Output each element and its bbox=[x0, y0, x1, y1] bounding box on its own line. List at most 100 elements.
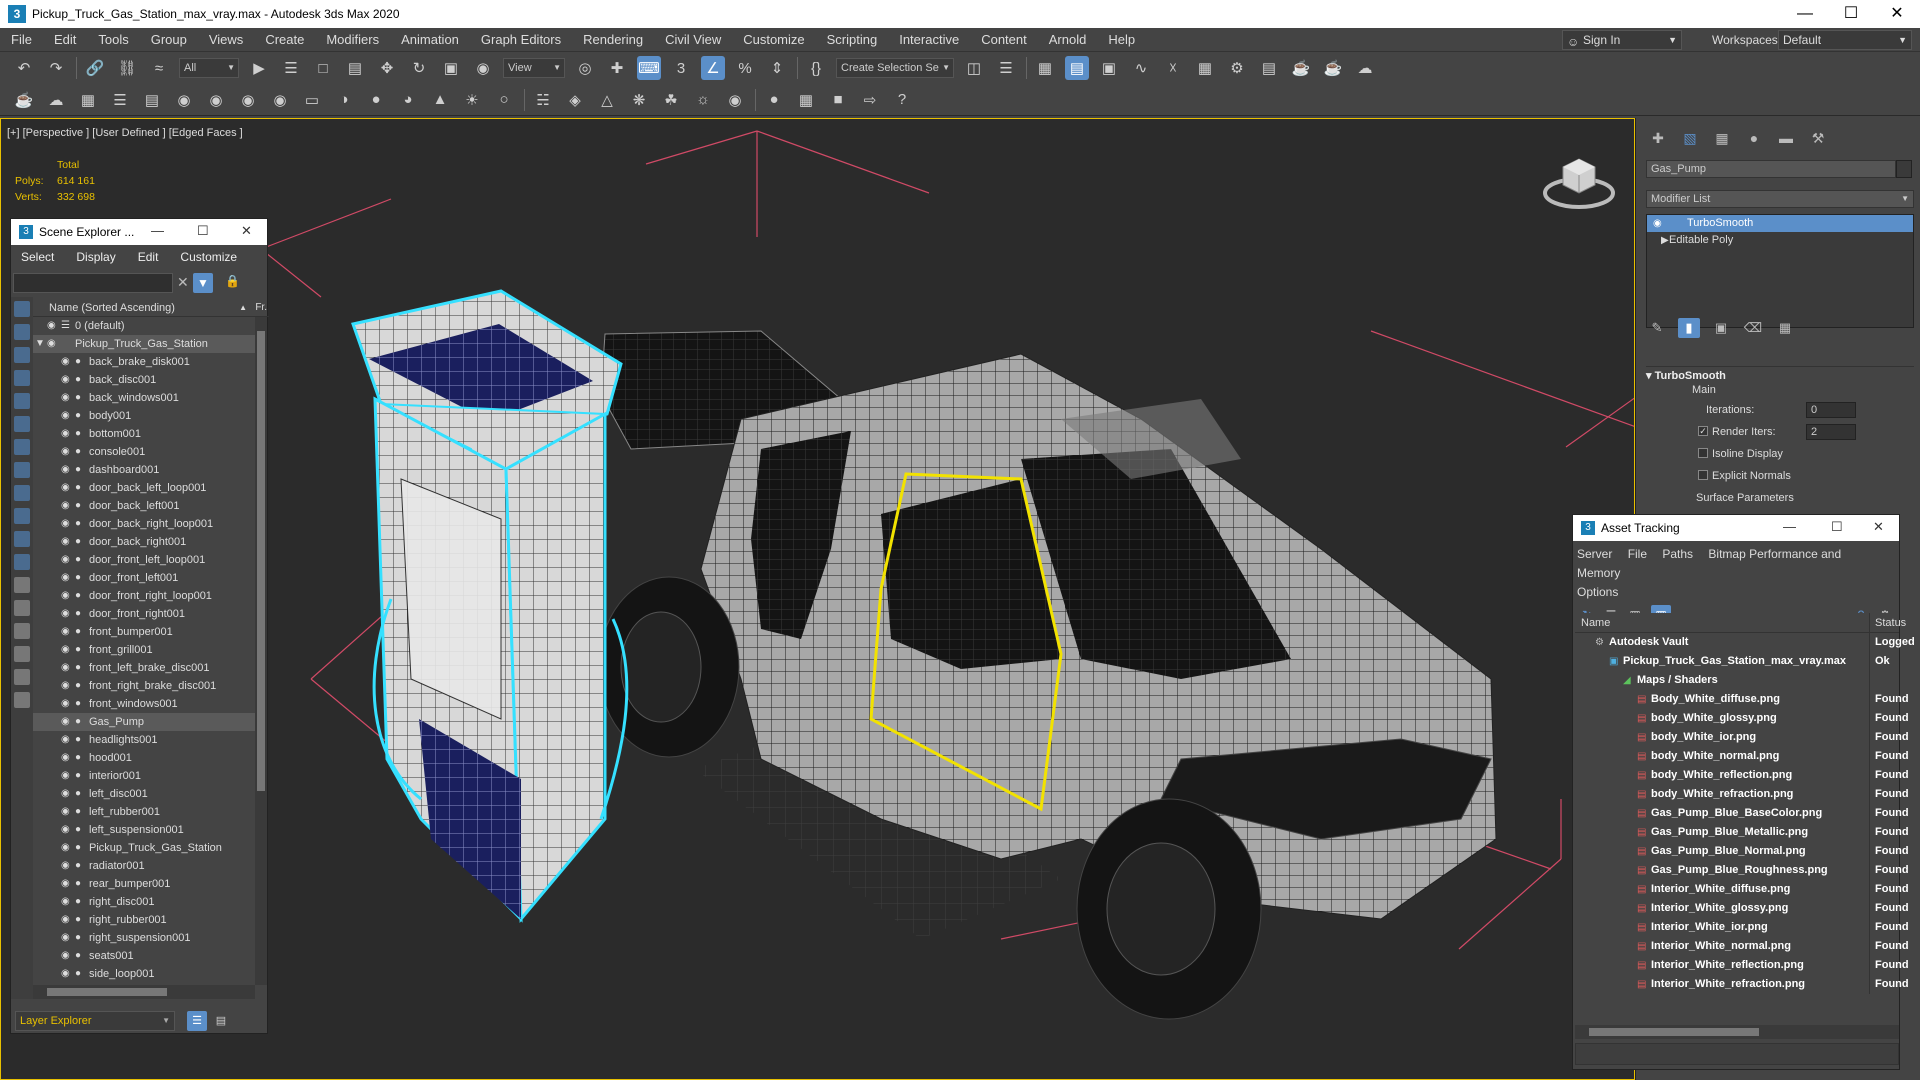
maximize-button[interactable]: ☐ bbox=[1828, 0, 1874, 28]
rendered-frame-window-icon[interactable]: ▤ bbox=[1257, 56, 1281, 80]
visibility-eye-icon[interactable]: ◉ bbox=[61, 695, 70, 713]
modifier-list-dropdown[interactable]: Modifier List ▼ bbox=[1646, 190, 1914, 208]
selection-filter-dropdown[interactable]: All ▼ bbox=[179, 58, 239, 78]
asset-row[interactable]: ▤ Interior_White_reflection.png Found bbox=[1575, 956, 1909, 975]
display-xrefs-icon[interactable] bbox=[14, 462, 30, 478]
scene-object-row[interactable]: ◉ ● front_left_brake_disc001 bbox=[33, 659, 255, 677]
asset-row[interactable]: ▣ Pickup_Truck_Gas_Station_max_vray.max Ok bbox=[1575, 652, 1899, 671]
expand-arrow-icon[interactable]: ▶ bbox=[1661, 232, 1669, 249]
close-button[interactable]: ✕ bbox=[1874, 0, 1920, 28]
visibility-eye-icon[interactable]: ◉ bbox=[61, 371, 70, 389]
redo-icon[interactable]: ↷ bbox=[44, 56, 68, 80]
hierarchy-tab-icon[interactable]: ▦ bbox=[1710, 128, 1734, 148]
visibility-eye-icon[interactable]: ◉ bbox=[61, 875, 70, 893]
renderable-icon[interactable]: ● bbox=[75, 785, 81, 803]
pivot-center-icon[interactable]: ◎ bbox=[573, 56, 597, 80]
visibility-eye-icon[interactable]: ◉ bbox=[61, 839, 70, 857]
visibility-eye-icon[interactable]: ◉ bbox=[61, 713, 70, 731]
select-by-name-icon[interactable]: ☰ bbox=[279, 56, 303, 80]
asset-row[interactable]: ▤ Interior_White_refraction.png Found bbox=[1575, 975, 1909, 994]
export-icon[interactable]: ⇨ bbox=[858, 88, 882, 112]
display-all-icon[interactable] bbox=[14, 577, 30, 593]
display-geometry-icon[interactable] bbox=[14, 301, 30, 317]
select-manipulate-icon[interactable]: ✚ bbox=[605, 56, 629, 80]
display-containers-icon[interactable] bbox=[14, 508, 30, 524]
fur-icon[interactable]: ☵ bbox=[531, 88, 555, 112]
show-end-result-icon[interactable]: ▮ bbox=[1678, 318, 1700, 338]
renderable-icon[interactable]: ● bbox=[75, 425, 81, 443]
renderable-icon[interactable]: ● bbox=[75, 389, 81, 407]
at-menu-paths[interactable]: Paths bbox=[1662, 547, 1693, 561]
minimize-button[interactable]: — bbox=[1782, 0, 1828, 28]
renderable-icon[interactable]: ● bbox=[75, 533, 81, 551]
utilities-tab-icon[interactable]: ⚒ bbox=[1806, 128, 1830, 148]
renderable-icon[interactable]: ● bbox=[75, 677, 81, 695]
keyboard-shortcut-override-icon[interactable]: ⌨ bbox=[637, 56, 661, 80]
visibility-eye-icon[interactable]: ◉ bbox=[61, 497, 70, 515]
menu-create[interactable]: Create bbox=[254, 32, 315, 47]
object-color-swatch[interactable] bbox=[1896, 160, 1912, 178]
lock-icon[interactable]: 🔒 bbox=[225, 274, 240, 288]
menu-rendering[interactable]: Rendering bbox=[572, 32, 654, 47]
renderable-icon[interactable]: ● bbox=[75, 371, 81, 389]
visibility-eye-icon[interactable]: ◉ bbox=[61, 353, 70, 371]
scene-object-row[interactable]: ◉ ● door_front_left_loop001 bbox=[33, 551, 255, 569]
column-divider[interactable] bbox=[1869, 613, 1870, 633]
plant-icon[interactable]: ☘ bbox=[659, 88, 683, 112]
renderable-icon[interactable]: ● bbox=[75, 407, 81, 425]
renderable-icon[interactable]: ● bbox=[75, 911, 81, 929]
configure-modifier-sets-icon[interactable]: ▦ bbox=[1774, 318, 1796, 338]
menu-views[interactable]: Views bbox=[198, 32, 254, 47]
modify-tab-icon[interactable]: ▧ bbox=[1678, 128, 1702, 148]
scene-object-row[interactable]: ◉ ● Pickup_Truck_Gas_Station bbox=[33, 839, 255, 857]
menu-graph-editors[interactable]: Graph Editors bbox=[470, 32, 572, 47]
visibility-eye-icon[interactable]: ◉ bbox=[61, 479, 70, 497]
mesh-icon[interactable]: △ bbox=[595, 88, 619, 112]
spinner-snap-icon[interactable]: ⇕ bbox=[765, 56, 789, 80]
camera-icon[interactable]: ◉ bbox=[204, 88, 228, 112]
scene-object-row[interactable]: ◉ ● back_brake_disk001 bbox=[33, 353, 255, 371]
explorer-type-dropdown[interactable]: Layer Explorer ▼ bbox=[15, 1011, 175, 1031]
menu-edit[interactable]: Edit bbox=[43, 32, 87, 47]
at-menu-bitmap[interactable]: Bitmap Performance and Memory bbox=[1577, 547, 1841, 580]
scene-object-row[interactable]: ◉ ● bottom001 bbox=[33, 425, 255, 443]
pin-stack-icon[interactable]: ✎ bbox=[1646, 318, 1668, 338]
name-column-header[interactable]: Name bbox=[1581, 613, 1610, 633]
vray-icon[interactable]: ◉ bbox=[268, 88, 292, 112]
asset-row[interactable]: ⚙ Autodesk Vault Logged bbox=[1575, 633, 1915, 652]
scene-object-row[interactable]: ◉ ● door_front_right_loop001 bbox=[33, 587, 255, 605]
scene-object-row[interactable]: ◉ ● radiator001 bbox=[33, 857, 255, 875]
asset-row[interactable]: ▤ Gas_Pump_Blue_Metallic.png Found bbox=[1575, 823, 1909, 842]
visibility-eye-icon[interactable]: ◉ bbox=[61, 641, 70, 659]
display-hidden-icon[interactable] bbox=[14, 554, 30, 570]
visibility-eye-icon[interactable]: ◉ bbox=[61, 551, 70, 569]
layer-row[interactable]: ◉ ☰ 0 (default) bbox=[33, 317, 255, 335]
asset-row[interactable]: ▤ body_White_reflection.png Found bbox=[1575, 766, 1909, 785]
minimize-button[interactable]: — bbox=[1783, 519, 1796, 534]
minimize-button[interactable]: — bbox=[151, 223, 164, 238]
visibility-eye-icon[interactable]: ◉ bbox=[61, 785, 70, 803]
scene-object-row[interactable]: ◉ ● front_bumper001 bbox=[33, 623, 255, 641]
select-object-icon[interactable]: ▶ bbox=[247, 56, 271, 80]
particles-icon[interactable]: ❋ bbox=[627, 88, 651, 112]
renderable-icon[interactable]: ● bbox=[75, 479, 81, 497]
scrollbar-thumb[interactable] bbox=[1589, 1028, 1759, 1036]
se-menu-select[interactable]: Select bbox=[21, 250, 54, 264]
schematic-view-icon[interactable]: ☓ bbox=[1161, 56, 1185, 80]
move-icon[interactable]: ✥ bbox=[375, 56, 399, 80]
find-icon[interactable] bbox=[14, 646, 30, 662]
scene-list-scrollbar[interactable] bbox=[255, 317, 267, 985]
display-cameras-icon[interactable] bbox=[14, 370, 30, 386]
scene-object-row[interactable]: ◉ ● back_windows001 bbox=[33, 389, 255, 407]
display-spacewarps-icon[interactable] bbox=[14, 416, 30, 432]
bowl-icon[interactable]: ◕ bbox=[396, 88, 420, 112]
menu-interactive[interactable]: Interactive bbox=[888, 32, 970, 47]
invert-display-icon[interactable] bbox=[14, 623, 30, 639]
scrollbar-thumb[interactable] bbox=[47, 988, 167, 996]
menu-modifiers[interactable]: Modifiers bbox=[315, 32, 390, 47]
visibility-eye-icon[interactable]: ◉ bbox=[61, 443, 70, 461]
scene-explorer-column-header[interactable]: Name (Sorted Ascending) ▲ Fr. bbox=[33, 299, 269, 317]
renderable-icon[interactable]: ● bbox=[75, 965, 81, 983]
visibility-eye-icon[interactable]: ◉ bbox=[61, 893, 70, 911]
visibility-eye-icon[interactable]: ◉ bbox=[61, 389, 70, 407]
